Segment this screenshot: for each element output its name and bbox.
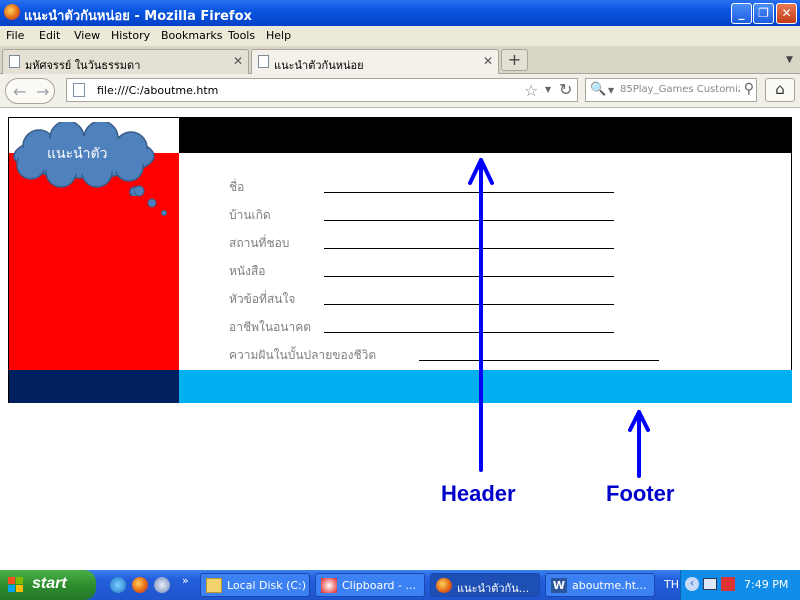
- tab-marvel[interactable]: มหัศจรรย์ ในวันธรรมดา ✕: [2, 49, 249, 74]
- taskbar-item-local-disk[interactable]: Local Disk (C:): [200, 573, 310, 597]
- document-icon: [258, 55, 269, 68]
- header-annotation-label: Header: [441, 481, 516, 506]
- task-label: aboutme.ht...: [572, 579, 647, 592]
- footer-annotation-label: Footer: [606, 481, 675, 506]
- form-label: สถานที่ชอบ: [229, 236, 290, 250]
- form-label: หนังสือ: [229, 264, 266, 278]
- task-label: Clipboard - ...: [342, 579, 416, 592]
- system-tray: ‹ 7:49 PM: [680, 570, 800, 600]
- page-icon: [73, 83, 85, 97]
- tab-close-icon[interactable]: ✕: [483, 54, 493, 68]
- header-strip: [179, 118, 792, 153]
- history-dropdown-icon[interactable]: ▼: [545, 85, 551, 94]
- search-engine-dropdown-icon[interactable]: ▼: [608, 86, 614, 95]
- taskbar-item-word[interactable]: W aboutme.ht...: [545, 573, 655, 597]
- navigation-bar: ← → file:///C:/aboutme.htm ☆ ▼ ↻ 🔍 ▼ 85P…: [0, 74, 800, 108]
- window-title: แนะนำตัวกันหน่อย - Mozilla Firefox: [24, 9, 252, 24]
- tab-bar: มหัศจรรย์ ในวันธรรมดา ✕ แนะนำตัวกันหน่อย…: [0, 46, 800, 74]
- back-button[interactable]: ←: [13, 82, 26, 101]
- answer-line-favorite-place: [324, 248, 614, 249]
- minimize-button[interactable]: _: [731, 3, 752, 24]
- taskbar: start » Local Disk (C:) Clipboard - ... …: [0, 570, 800, 600]
- quick-launch-icon[interactable]: [154, 577, 170, 593]
- url-text[interactable]: file:///C:/aboutme.htm: [97, 84, 218, 97]
- language-indicator[interactable]: TH: [664, 578, 679, 591]
- internet-explorer-icon[interactable]: [110, 577, 126, 593]
- close-button[interactable]: ✕: [776, 3, 797, 24]
- tab-label: แนะนำตัวกันหน่อย: [274, 59, 364, 72]
- menu-history[interactable]: History: [111, 29, 150, 42]
- footer-right: [179, 370, 792, 403]
- forward-button[interactable]: →: [36, 82, 49, 101]
- task-label: Local Disk (C:): [227, 579, 307, 592]
- form-label: บ้านเกิด: [229, 208, 271, 222]
- reload-icon[interactable]: ↻: [559, 80, 572, 99]
- bookmark-star-icon[interactable]: ☆: [524, 81, 538, 100]
- new-tab-button[interactable]: +: [501, 49, 528, 71]
- taskbar-item-clipboard[interactable]: Clipboard - ...: [315, 573, 425, 597]
- menu-bookmarks[interactable]: Bookmarks: [161, 29, 222, 42]
- cloud-title: แนะนำตัว: [47, 146, 108, 162]
- footer-left: [9, 370, 179, 403]
- tab-aboutme[interactable]: แนะนำตัวกันหน่อย ✕: [251, 49, 499, 74]
- answer-line-interests: [324, 304, 614, 305]
- tab-close-icon[interactable]: ✕: [233, 54, 243, 68]
- search-bar[interactable]: 🔍 ▼ 85Play_Games Customize ⚲: [585, 78, 757, 102]
- security-shield-icon[interactable]: [721, 577, 735, 591]
- title-bar: แนะนำตัวกันหน่อย - Mozilla Firefox _ ❐ ✕: [0, 0, 800, 26]
- tab-label: มหัศจรรย์ ในวันธรรมดา: [25, 59, 141, 72]
- form-label: หัวข้อที่สนใจ: [229, 292, 296, 306]
- tab-list-chevron-icon[interactable]: ▼: [786, 55, 793, 65]
- address-bar[interactable]: file:///C:/aboutme.htm ☆ ▼ ↻: [66, 78, 578, 102]
- windows-logo-icon: [8, 577, 23, 592]
- menu-edit[interactable]: Edit: [39, 29, 60, 42]
- paint-icon: [321, 578, 337, 593]
- search-go-icon[interactable]: ⚲: [744, 81, 754, 97]
- clock: 7:49 PM: [744, 578, 789, 591]
- menu-file[interactable]: File: [6, 29, 24, 42]
- search-input[interactable]: 85Play_Games Customize: [620, 84, 740, 95]
- thought-bubble-dots: [134, 185, 167, 216]
- taskbar-item-firefox[interactable]: แนะนำตัวกัน...: [430, 573, 540, 597]
- firefox-icon: [4, 4, 20, 20]
- menu-view[interactable]: View: [74, 29, 100, 42]
- task-label: แนะนำตัวกัน...: [457, 582, 530, 595]
- word-icon: W: [551, 578, 567, 593]
- document-icon: [9, 55, 20, 68]
- firefox-icon: [436, 578, 452, 593]
- folder-icon: [206, 578, 222, 593]
- quick-launch-overflow-icon[interactable]: »: [182, 574, 189, 587]
- firefox-icon[interactable]: [132, 577, 148, 593]
- start-button[interactable]: start: [0, 570, 96, 600]
- answer-line-life-dream: [419, 360, 659, 361]
- answer-line-future-career: [324, 332, 614, 333]
- menu-bar: File Edit View History Bookmarks Tools H…: [0, 26, 800, 46]
- show-hidden-icons-icon[interactable]: ‹: [685, 577, 699, 591]
- form-label: ชื่อ: [229, 180, 245, 194]
- form-label: ความฝันในบั้นปลายของชีวิต: [229, 348, 377, 362]
- footer-arrowhead: [628, 410, 650, 432]
- start-label: start: [32, 575, 67, 592]
- menu-tools[interactable]: Tools: [228, 29, 255, 42]
- form-label: อาชีพในอนาคต: [229, 320, 312, 334]
- page-layout: แนะนำตัว ชื่อ บ้านเกิด สถานที่ชอบ หนังสื…: [8, 117, 792, 403]
- answer-line-books: [324, 276, 614, 277]
- back-forward-group: ← →: [5, 78, 55, 104]
- home-button[interactable]: ⌂: [765, 78, 795, 102]
- search-engine-icon[interactable]: 🔍: [590, 82, 606, 97]
- answer-line-hometown: [324, 220, 614, 221]
- maximize-button[interactable]: ❐: [753, 3, 774, 24]
- answer-line-name: [324, 192, 614, 193]
- network-icon[interactable]: [703, 578, 717, 590]
- menu-help[interactable]: Help: [266, 29, 291, 42]
